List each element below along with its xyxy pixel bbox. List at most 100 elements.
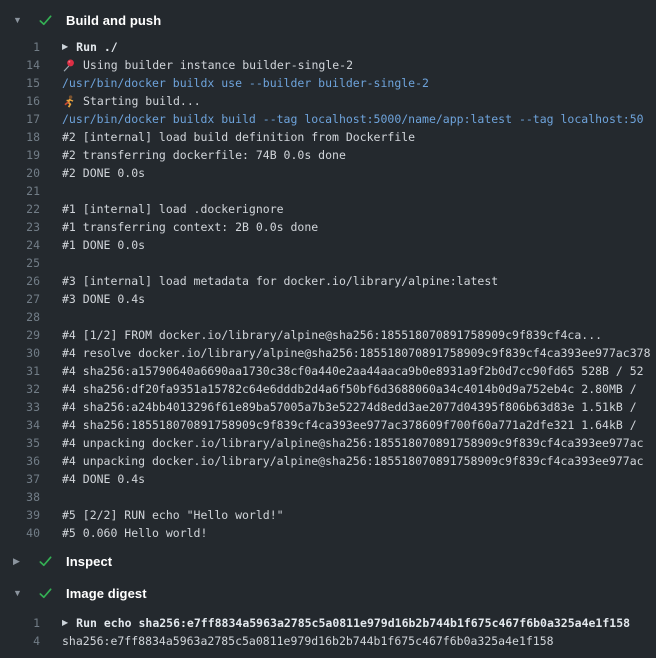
log-line-content: Using builder instance builder-single-2 bbox=[62, 56, 353, 74]
line-number-link[interactable]: 1 bbox=[0, 614, 40, 632]
log-line-content: /usr/bin/docker buildx build --tag local… bbox=[62, 110, 644, 128]
log-line-content: #2 DONE 0.0s bbox=[62, 164, 145, 182]
line-number-link[interactable]: 24 bbox=[0, 236, 40, 254]
line-number-link[interactable]: 17 bbox=[0, 110, 40, 128]
log-line: 20 #2 DONE 0.0s bbox=[0, 164, 656, 182]
log-line: 40 #5 0.060 Hello world! bbox=[0, 524, 656, 542]
section-lines-image-digest: 1 ▶ Run echo sha256:e7ff8834a5963a2785c5a0… bbox=[0, 614, 656, 650]
line-number-link[interactable]: 18 bbox=[0, 128, 40, 146]
log-line: 34 #4 sha256:185518070891758909c9f839cf4c… bbox=[0, 416, 656, 434]
log-text: #4 sha256:a24bb4013296f61e89ba57005a7b3e… bbox=[62, 398, 644, 416]
log-line: 28 bbox=[0, 308, 656, 326]
line-number-link[interactable]: 35 bbox=[0, 434, 40, 452]
line-number-link[interactable]: 14 bbox=[0, 56, 40, 74]
log-line-content: #2 transferring dockerfile: 74B 0.0s don… bbox=[62, 146, 346, 164]
log-line: 21 bbox=[0, 182, 656, 200]
line-number-link[interactable]: 22 bbox=[0, 200, 40, 218]
section-lines-build-and-push: 1 ▶ Run ./ 14 Using builder instance builder… bbox=[0, 38, 656, 542]
log-line-content: #4 sha256:185518070891758909c9f839cf4ca3… bbox=[62, 416, 644, 434]
log-line: 22 #1 [internal] load .dockerignore bbox=[0, 200, 656, 218]
log-text: Run ./ bbox=[76, 38, 118, 56]
log-text: #4 DONE 0.4s bbox=[62, 470, 145, 488]
log-line: 25 bbox=[0, 254, 656, 272]
log-text: #5 [2/2] RUN echo "Hello world!" bbox=[62, 506, 284, 524]
log-line-content: #1 DONE 0.0s bbox=[62, 236, 145, 254]
line-number-link[interactable]: 33 bbox=[0, 398, 40, 416]
log-text: #2 DONE 0.0s bbox=[62, 164, 145, 182]
log-text: #4 unpacking docker.io/library/alpine@sh… bbox=[62, 452, 644, 470]
check-icon bbox=[38, 586, 53, 601]
section-header-image-digest[interactable]: ▼ Image digest bbox=[0, 570, 656, 602]
chevron-down-icon[interactable]: ▼ bbox=[13, 584, 27, 602]
line-number-link[interactable]: 16 bbox=[0, 92, 40, 110]
play-icon[interactable]: ▶ bbox=[62, 614, 68, 632]
line-number-link[interactable]: 30 bbox=[0, 344, 40, 362]
section-title: Build and push bbox=[66, 13, 161, 28]
workflow-log: ▼Build and push1▶Run ./14Using builder i… bbox=[0, 0, 656, 658]
play-icon[interactable]: ▶ bbox=[62, 38, 68, 56]
log-line: 23 #1 transferring context: 2B 0.0s done bbox=[0, 218, 656, 236]
log-line-content: #4 sha256:a15790640a6690aa1730c38cf0a440… bbox=[62, 362, 644, 380]
log-line-content: #5 0.060 Hello world! bbox=[62, 524, 207, 542]
log-line: 36 #4 unpacking docker.io/library/alpine@… bbox=[0, 452, 656, 470]
line-number-link[interactable]: 23 bbox=[0, 218, 40, 236]
log-text: #3 [internal] load metadata for docker.i… bbox=[62, 272, 498, 290]
section-title: Image digest bbox=[66, 586, 147, 601]
line-number-link[interactable]: 40 bbox=[0, 524, 40, 542]
log-text: Starting build... bbox=[83, 92, 201, 110]
log-line: 17/usr/bin/docker buildx build --tag loc… bbox=[0, 110, 656, 128]
section-header-build-and-push[interactable]: ▼ Build and push bbox=[0, 0, 656, 38]
log-text: #1 [internal] load .dockerignore bbox=[62, 200, 284, 218]
log-text: Run echo sha256:e7ff8834a5963a2785c5a081… bbox=[76, 614, 630, 632]
chevron-right-icon[interactable]: ▶ bbox=[13, 552, 27, 570]
line-number-link[interactable]: 31 bbox=[0, 362, 40, 380]
log-line-content: #4 DONE 0.4s bbox=[62, 470, 145, 488]
log-line: 14 Using builder instance builder-single-… bbox=[0, 56, 656, 74]
line-number-link[interactable]: 36 bbox=[0, 452, 40, 470]
log-line-content: #4 unpacking docker.io/library/alpine@sh… bbox=[62, 434, 644, 452]
log-line: 31 #4 sha256:a15790640a6690aa1730c38cf0a4… bbox=[0, 362, 656, 380]
line-number-link[interactable]: 1 bbox=[0, 38, 40, 56]
log-line: 24 #1 DONE 0.0s bbox=[0, 236, 656, 254]
log-text: /usr/bin/docker buildx build --tag local… bbox=[62, 110, 644, 128]
log-text: #1 transferring context: 2B 0.0s done bbox=[62, 218, 318, 236]
line-number-link[interactable]: 15 bbox=[0, 74, 40, 92]
log-line: 29 #4 [1/2] FROM docker.io/library/alpine… bbox=[0, 326, 656, 344]
line-number-link[interactable]: 19 bbox=[0, 146, 40, 164]
log-line: 32 #4 sha256:df20fa9351a15782c64e6dddb2d4… bbox=[0, 380, 656, 398]
log-line: 35 #4 unpacking docker.io/library/alpine@… bbox=[0, 434, 656, 452]
log-line: 1 ▶ Run ./ bbox=[0, 38, 656, 56]
log-text: #1 DONE 0.0s bbox=[62, 236, 145, 254]
log-line: 1 ▶ Run echo sha256:e7ff8834a5963a2785c5a0… bbox=[0, 614, 656, 632]
line-number-link[interactable]: 26 bbox=[0, 272, 40, 290]
chevron-down-icon[interactable]: ▼ bbox=[13, 11, 27, 29]
log-line: 37 #4 DONE 0.4s bbox=[0, 470, 656, 488]
line-number-link[interactable]: 27 bbox=[0, 290, 40, 308]
log-text: #4 [1/2] FROM docker.io/library/alpine@s… bbox=[62, 326, 602, 344]
line-number-link[interactable]: 37 bbox=[0, 470, 40, 488]
log-line: 33 #4 sha256:a24bb4013296f61e89ba57005a7b… bbox=[0, 398, 656, 416]
log-line: 38 bbox=[0, 488, 656, 506]
log-line-content: Starting build... bbox=[62, 92, 201, 110]
line-number-link[interactable]: 29 bbox=[0, 326, 40, 344]
log-text: /usr/bin/docker buildx use --builder bui… bbox=[62, 74, 429, 92]
log-line-content: #4 sha256:df20fa9351a15782c64e6dddb2d4a6… bbox=[62, 380, 644, 398]
log-line-content: #2 [internal] load build definition from… bbox=[62, 128, 415, 146]
line-number-link[interactable]: 34 bbox=[0, 416, 40, 434]
line-number-link[interactable]: 20 bbox=[0, 164, 40, 182]
line-number-link[interactable]: 32 bbox=[0, 380, 40, 398]
line-number-link[interactable]: 4 bbox=[0, 632, 40, 650]
check-icon bbox=[38, 554, 53, 569]
runner-icon bbox=[62, 95, 75, 108]
line-number-link[interactable]: 38 bbox=[0, 488, 40, 506]
line-number-link[interactable]: 39 bbox=[0, 506, 40, 524]
line-number-link[interactable]: 25 bbox=[0, 254, 40, 272]
log-text: #5 0.060 Hello world! bbox=[62, 524, 207, 542]
line-number-link[interactable]: 28 bbox=[0, 308, 40, 326]
log-line-content: /usr/bin/docker buildx use --builder bui… bbox=[62, 74, 429, 92]
log-line-content: sha256:e7ff8834a5963a2785c5a0811e979d16b… bbox=[62, 632, 554, 650]
log-text: #3 DONE 0.4s bbox=[62, 290, 145, 308]
line-number-link[interactable]: 21 bbox=[0, 182, 40, 200]
log-text: #2 transferring dockerfile: 74B 0.0s don… bbox=[62, 146, 346, 164]
section-header-inspect[interactable]: ▶Inspect bbox=[0, 542, 656, 570]
